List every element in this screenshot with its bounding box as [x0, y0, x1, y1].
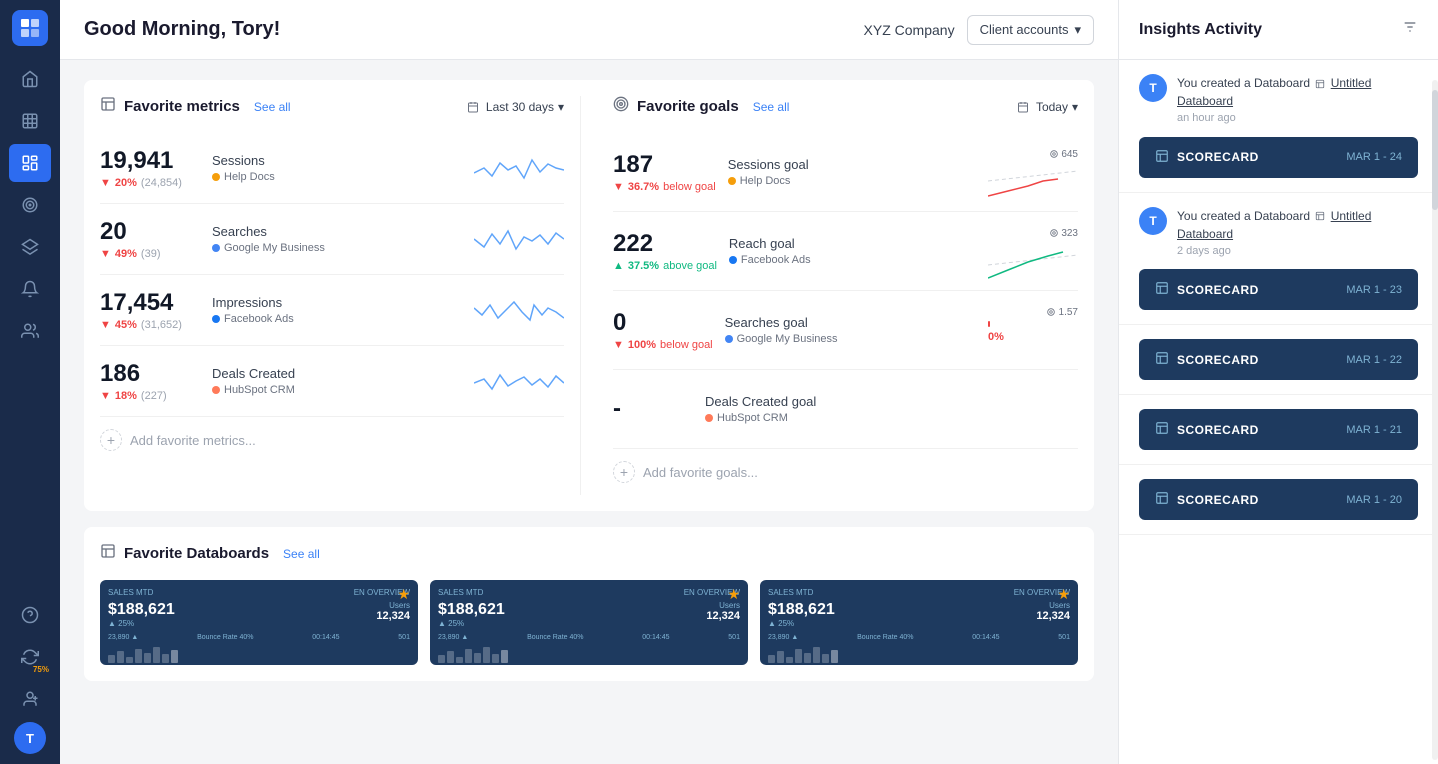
goal-chart-searches: 1.57 0%: [988, 305, 1078, 355]
sparkline-deals: [474, 361, 564, 401]
nav-item-home[interactable]: [9, 60, 51, 98]
goals-title: Favorite goals: [637, 98, 739, 115]
activity-avatar-1: T: [1139, 74, 1167, 102]
databoard-card-2[interactable]: SALES MTD EN OVERVIEW $188,621 ▲ 25% Use…: [430, 580, 748, 665]
goals-header: Favorite goals See all Today ▾: [613, 96, 1078, 117]
metric-item-sessions: 19,941 ▼ 20% (24,854) Sessions Help Docs: [100, 133, 564, 204]
page-title: Good Morning, Tory!: [84, 18, 864, 41]
databoards-icon: [100, 543, 116, 564]
metrics-header: Favorite metrics See all Last 30 days ▾: [100, 96, 564, 117]
scorecard-card-5[interactable]: SCORECARD MAR 1 - 20: [1139, 479, 1418, 520]
databoards-see-all[interactable]: See all: [283, 547, 320, 561]
nav-item-sync[interactable]: 75%: [9, 638, 51, 676]
scrollbar-track: [1432, 80, 1438, 760]
metric-item-impressions: 17,454 ▼ 45% (31,652) Impressions Facebo…: [100, 275, 564, 346]
scorecard-item-4: SCORECARD MAR 1 - 21: [1119, 395, 1438, 465]
databoards-title: Favorite Databoards: [124, 545, 269, 562]
scorecard-card-4[interactable]: SCORECARD MAR 1 - 21: [1139, 409, 1418, 450]
goal-chart-reach: 323: [988, 226, 1078, 276]
databoard-card-3[interactable]: SALES MTD EN OVERVIEW $188,621 ▲ 25% Use…: [760, 580, 1078, 665]
nav-item-help[interactable]: [9, 596, 51, 634]
filter-icon[interactable]: [1402, 19, 1418, 40]
sparkline-searches: [474, 219, 564, 259]
metrics-period-button[interactable]: Last 30 days ▾: [467, 100, 564, 114]
user-avatar[interactable]: T: [14, 722, 46, 754]
page-header: Good Morning, Tory! XYZ Company Client a…: [60, 0, 1118, 60]
company-name: XYZ Company: [864, 22, 955, 38]
databoard-star-3: ★: [1057, 586, 1070, 603]
goal-item-deals: - Deals Created goal HubSpot CRM: [613, 370, 1078, 449]
scorecard-item-5: SCORECARD MAR 1 - 20: [1119, 465, 1438, 535]
activity-item-2: T You created a Databoard Untitled Datab…: [1119, 193, 1438, 326]
insights-title: Insights Activity: [1139, 21, 1262, 39]
goal-chart-deals: [988, 384, 1078, 434]
goals-section: Favorite goals See all Today ▾: [597, 96, 1078, 495]
metrics-icon: [100, 96, 116, 117]
databoards-header: Favorite Databoards See all: [100, 543, 1078, 564]
scorecard-card-top[interactable]: SCORECARD MAR 1 - 24: [1139, 137, 1418, 178]
scorecard-card-3[interactable]: SCORECARD MAR 1 - 22: [1139, 339, 1418, 380]
goal-item-reach: 222 ▲ 37.5% above goal Reach goal Facebo…: [613, 212, 1078, 291]
nav-item-notifications[interactable]: [9, 270, 51, 308]
nav-item-users[interactable]: [9, 312, 51, 350]
right-panel: Insights Activity T You created a Databo…: [1118, 0, 1438, 764]
right-panel-header: Insights Activity: [1119, 0, 1438, 60]
metrics-see-all[interactable]: See all: [254, 100, 291, 114]
page-body: Favorite metrics See all Last 30 days ▾: [60, 60, 1118, 764]
metrics-goals-container: Favorite metrics See all Last 30 days ▾: [84, 80, 1094, 511]
nav-item-add-user[interactable]: [9, 680, 51, 718]
databoard-star-1: ★: [397, 586, 410, 603]
app-logo[interactable]: [12, 10, 48, 46]
activity-item-1: T You created a Databoard Untitled Datab…: [1119, 60, 1438, 193]
metric-info-sessions: Sessions Help Docs: [212, 153, 462, 183]
metrics-section: Favorite metrics See all Last 30 days ▾: [100, 96, 581, 495]
goals-icon: [613, 96, 629, 117]
scorecard-icon: [1155, 149, 1169, 166]
goals-see-all[interactable]: See all: [753, 100, 790, 114]
client-accounts-button[interactable]: Client accounts ▾: [967, 15, 1094, 45]
header-right: XYZ Company Client accounts ▾: [864, 15, 1094, 45]
metric-source-sessions: Help Docs: [212, 171, 462, 183]
metric-item-searches: 20 ▼ 49% (39) Searches Google My Busines…: [100, 204, 564, 275]
metric-item-deals: 186 ▼ 18% (227) Deals Created HubSpot CR…: [100, 346, 564, 417]
goals-period-button[interactable]: Today ▾: [1017, 100, 1078, 114]
add-goal-button[interactable]: + Add favorite goals...: [613, 449, 1078, 495]
databoards-section: Favorite Databoards See all SALES MTD EN…: [84, 527, 1094, 681]
goal-chart-sessions: 645: [988, 147, 1078, 197]
nav-item-goals[interactable]: [9, 186, 51, 224]
goal-item-searches: 0 ▼ 100% below goal Searches goal Google…: [613, 291, 1078, 370]
nav-item-layers[interactable]: [9, 228, 51, 266]
metrics-title: Favorite metrics: [124, 98, 240, 115]
scorecard-card-2[interactable]: SCORECARD MAR 1 - 23: [1139, 269, 1418, 310]
main-content: Good Morning, Tory! XYZ Company Client a…: [60, 0, 1118, 764]
scorecard-item-3: SCORECARD MAR 1 - 22: [1119, 325, 1438, 395]
metric-value-sessions: 19,941 ▼ 20% (24,854): [100, 147, 200, 189]
sparkline-sessions: [474, 148, 564, 188]
scrollbar-thumb[interactable]: [1432, 90, 1438, 210]
left-nav: 75% T: [0, 0, 60, 764]
nav-item-numbers[interactable]: [9, 102, 51, 140]
goal-item-sessions: 187 ▼ 36.7% below goal Sessions goal Hel…: [613, 133, 1078, 212]
metric-change-sessions: ▼ 20% (24,854): [100, 177, 200, 189]
activity-avatar-2: T: [1139, 207, 1167, 235]
add-metric-button[interactable]: + Add favorite metrics...: [100, 417, 564, 463]
source-dot: [212, 173, 220, 181]
databoards-grid: SALES MTD EN OVERVIEW $188,621 ▲ 25% Use…: [100, 580, 1078, 665]
nav-item-dashboard[interactable]: [9, 144, 51, 182]
sparkline-impressions: [474, 290, 564, 330]
databoard-card-1[interactable]: SALES MTD EN OVERVIEW $188,621 ▲ 25% Use…: [100, 580, 418, 665]
databoard-star-2: ★: [727, 586, 740, 603]
